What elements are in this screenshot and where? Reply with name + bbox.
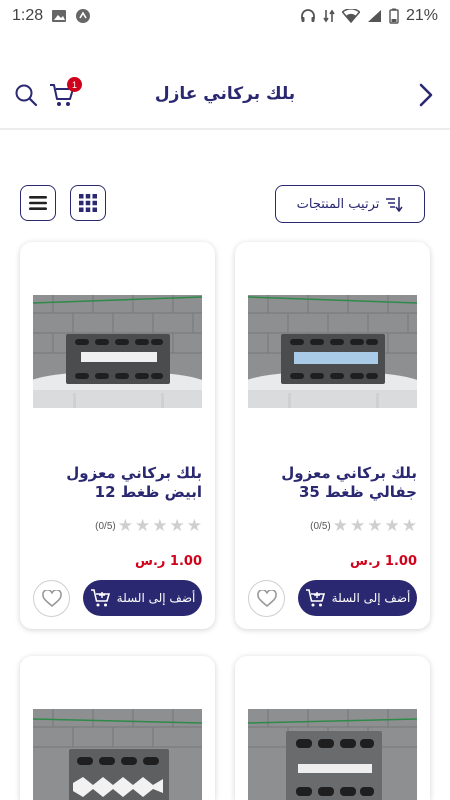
cart-button[interactable]: 1	[48, 77, 82, 109]
app-notification-icon	[76, 9, 91, 23]
product-image	[33, 709, 202, 800]
star-icon: ★	[332, 516, 348, 536]
signal-icon	[367, 10, 381, 22]
sort-icon	[386, 197, 403, 212]
insulation-layer	[294, 352, 378, 364]
grid-view-button[interactable]	[70, 185, 106, 221]
headphones-icon	[301, 9, 315, 22]
status-bar: 1:28 21%	[0, 0, 450, 32]
product-image	[33, 295, 202, 408]
search-icon[interactable]	[14, 83, 38, 107]
product-image	[248, 709, 417, 800]
heart-icon	[41, 589, 62, 607]
insulation-layer	[81, 352, 157, 362]
battery-icon	[389, 8, 399, 24]
star-icon: ★	[169, 516, 185, 536]
rating-count: (0/5)	[95, 521, 116, 532]
add-to-cart-label: أضف إلى السلة	[116, 591, 196, 605]
product-card[interactable]	[20, 656, 215, 800]
add-to-cart-icon	[305, 589, 325, 607]
wishlist-button[interactable]	[248, 580, 285, 617]
star-icon: ★	[135, 516, 151, 536]
status-left: 1:28	[12, 7, 91, 25]
status-right: 21%	[300, 7, 438, 25]
star-icon: ★	[367, 516, 383, 536]
data-saver-icon	[323, 9, 335, 23]
app-bar: 1 بلك بركاني عازل	[0, 62, 450, 130]
heart-icon	[256, 589, 277, 607]
product-image	[248, 295, 417, 408]
product-card[interactable]: بلك بركاني معزول جفالي ظغط 35 ★ ★ ★ ★ ★ (0/5…	[235, 242, 430, 629]
gallery-notification-icon	[52, 10, 67, 22]
product-rating: ★ ★ ★ ★ ★ (0/5)	[304, 518, 417, 535]
product-price: 1.00 ر.س	[350, 554, 417, 569]
status-time: 1:28	[12, 7, 44, 24]
star-icon: ★	[384, 516, 400, 536]
product-toolbar: ترتيب المنتجات	[20, 185, 425, 223]
star-icon: ★	[350, 516, 366, 536]
list-view-button[interactable]	[20, 185, 56, 221]
back-arrow-icon[interactable]	[414, 82, 436, 108]
star-icon: ★	[401, 516, 417, 536]
product-name: بلك بركاني معزول جفالي ظغط 35	[281, 464, 417, 501]
cart-count-badge: 1	[67, 77, 82, 92]
wishlist-button[interactable]	[33, 580, 70, 617]
battery-percent: 21%	[405, 7, 438, 24]
grid-view-icon	[79, 194, 97, 212]
star-icon: ★	[117, 516, 133, 536]
rating-count: (0/5)	[310, 521, 331, 532]
product-price: 1.00 ر.س	[135, 554, 202, 569]
sort-label: ترتيب المنتجات	[296, 196, 380, 212]
header-actions: 1	[14, 77, 82, 109]
add-to-cart-label: أضف إلى السلة	[331, 591, 411, 605]
product-name: بلك بركاني معزول ابيض ظغط 12	[66, 464, 202, 501]
product-rating: ★ ★ ★ ★ ★ (0/5)	[89, 518, 202, 535]
wifi-icon	[341, 9, 360, 23]
list-view-icon	[29, 196, 47, 210]
add-to-cart-button[interactable]: أضف إلى السلة	[83, 580, 202, 616]
add-to-cart-icon	[90, 589, 110, 607]
product-card[interactable]	[235, 656, 430, 800]
star-icon: ★	[186, 516, 202, 536]
sort-button[interactable]: ترتيب المنتجات	[275, 185, 425, 223]
add-to-cart-button[interactable]: أضف إلى السلة	[298, 580, 417, 616]
product-card[interactable]: بلك بركاني معزول ابيض ظغط 12 ★ ★ ★ ★ ★ (0/5)…	[20, 242, 215, 629]
star-icon: ★	[152, 516, 168, 536]
